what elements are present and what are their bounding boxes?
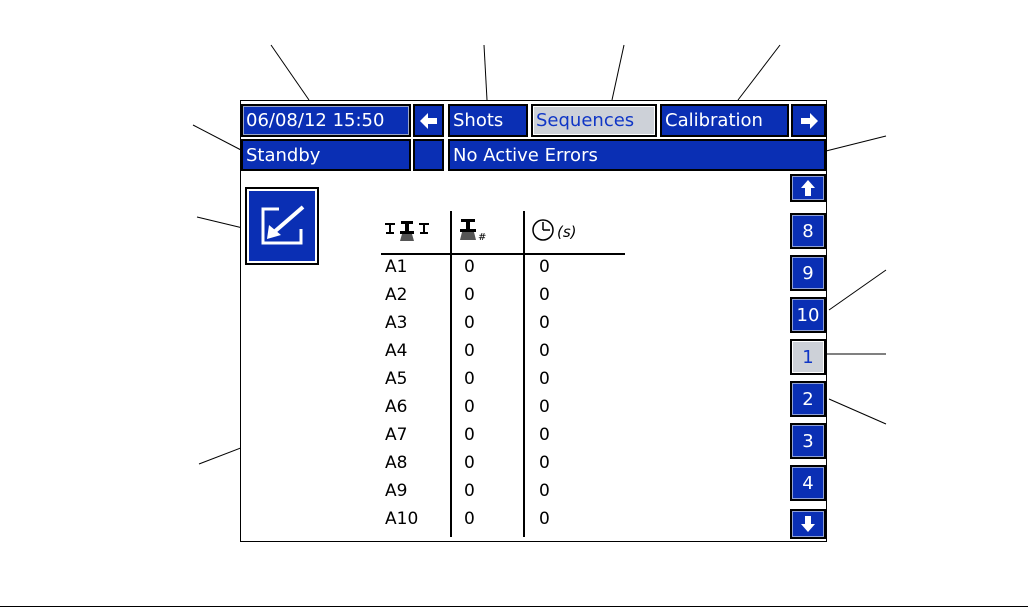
sequence-item-8[interactable]: 8 — [790, 213, 826, 249]
sequence-item-1[interactable]: 1 — [790, 339, 826, 375]
sequence-item-4[interactable]: 4 — [790, 465, 826, 501]
sequence-item-label: 10 — [796, 304, 820, 326]
tab-shots[interactable]: Shots — [448, 104, 528, 137]
sequence-item-label: 9 — [802, 262, 814, 284]
error-status-text: No Active Errors — [453, 144, 598, 166]
arrow-left-icon — [419, 112, 437, 129]
callout-line-status — [192, 124, 242, 151]
table-cell-time: 0 — [539, 257, 550, 277]
callout-line-shots — [483, 44, 488, 101]
page-bottom-rule — [0, 606, 1028, 607]
table-cell-label: A2 — [385, 285, 408, 305]
svg-text:#: # — [478, 232, 486, 243]
table-cell-shot: 0 — [464, 425, 475, 445]
table-cell-time: 0 — [539, 397, 550, 417]
callout-line-datetime — [270, 44, 310, 101]
table-cell-time: 0 — [539, 425, 550, 445]
scroll-down-button[interactable] — [790, 509, 826, 539]
table-cell-label: A4 — [385, 341, 408, 361]
arrow-up-icon — [801, 180, 815, 196]
tab-calibration[interactable]: Calibration — [660, 104, 789, 137]
header-divider — [381, 253, 625, 255]
sequence-item-label: 3 — [802, 430, 814, 452]
table-cell-label: A5 — [385, 369, 408, 389]
table-cell-shot: 0 — [464, 397, 475, 417]
timer-unit: (s) — [557, 223, 577, 241]
arrow-down-icon — [801, 516, 815, 532]
table-cell-shot: 0 — [464, 481, 475, 501]
sequence-table: # (s) A1 0 0 A2 0 0 A3 0 0 A4 0 0 A5 0 0 A6 0 0 A7 0 0 A8 0 0 A9… — [381, 211, 631, 541]
table-cell-label: A1 — [385, 257, 408, 277]
table-cell-label: A3 — [385, 313, 408, 333]
sequence-item-label: 8 — [802, 220, 814, 242]
edit-button[interactable] — [245, 187, 319, 265]
table-cell-shot: 0 — [464, 453, 475, 473]
sequence-item-3[interactable]: 3 — [790, 423, 826, 459]
sequence-item-label: 2 — [802, 388, 814, 410]
tab-sequences-label: Sequences — [536, 109, 635, 131]
guns-icon — [385, 221, 429, 241]
datetime-display: 06/08/12 15:50 — [241, 104, 411, 137]
table-cell-time: 0 — [539, 313, 550, 333]
edit-icon — [261, 205, 305, 245]
sequence-item-label: 1 — [802, 346, 814, 368]
timer-icon — [532, 219, 554, 241]
callout-line-seq-2 — [828, 398, 887, 425]
callout-line-calibration — [737, 44, 781, 101]
callout-line-sequences — [611, 44, 625, 101]
table-cell-time: 0 — [539, 509, 550, 529]
scroll-up-button[interactable] — [790, 174, 826, 202]
prev-screen-button[interactable] — [413, 104, 444, 137]
table-cell-shot: 0 — [464, 285, 475, 305]
table-cell-shot: 0 — [464, 341, 475, 361]
system-status-text: Standby — [246, 144, 321, 166]
system-status-bar: Standby — [241, 139, 411, 171]
status-indicator — [413, 139, 444, 171]
table-cell-label: A7 — [385, 425, 408, 445]
column-divider-1 — [450, 211, 452, 537]
table-cell-shot: 0 — [464, 369, 475, 389]
sequence-item-label: 4 — [802, 472, 814, 494]
column-divider-2 — [523, 211, 525, 537]
table-cell-shot: 0 — [464, 257, 475, 277]
sequence-item-2[interactable]: 2 — [790, 381, 826, 417]
shot-number-icon: # — [460, 219, 486, 243]
next-screen-button[interactable] — [791, 104, 826, 137]
table-cell-time: 0 — [539, 341, 550, 361]
table-cell-time: 0 — [539, 285, 550, 305]
tab-shots-label: Shots — [453, 109, 504, 131]
sequence-item-10[interactable]: 10 — [790, 297, 826, 333]
table-cell-label: A8 — [385, 453, 408, 473]
datetime-text: 06/08/12 15:50 — [246, 109, 385, 131]
table-cell-label: A9 — [385, 481, 408, 501]
sequence-item-9[interactable]: 9 — [790, 255, 826, 291]
error-status-bar: No Active Errors — [448, 139, 826, 171]
table-cell-shot: 0 — [464, 313, 475, 333]
table-cell-time: 0 — [539, 481, 550, 501]
device-screen: 06/08/12 15:50 Shots Sequences Calibrati… — [240, 100, 827, 542]
table-cell-time: 0 — [539, 453, 550, 473]
table-cell-time: 0 — [539, 369, 550, 389]
tab-calibration-label: Calibration — [665, 109, 763, 131]
callout-line-seq-10 — [828, 269, 887, 311]
table-cell-label: A6 — [385, 397, 408, 417]
tab-sequences[interactable]: Sequences — [531, 104, 657, 137]
table-cell-label: A10 — [385, 509, 419, 529]
arrow-right-icon — [800, 112, 818, 129]
table-cell-shot: 0 — [464, 509, 475, 529]
callout-line-errors — [821, 135, 887, 153]
